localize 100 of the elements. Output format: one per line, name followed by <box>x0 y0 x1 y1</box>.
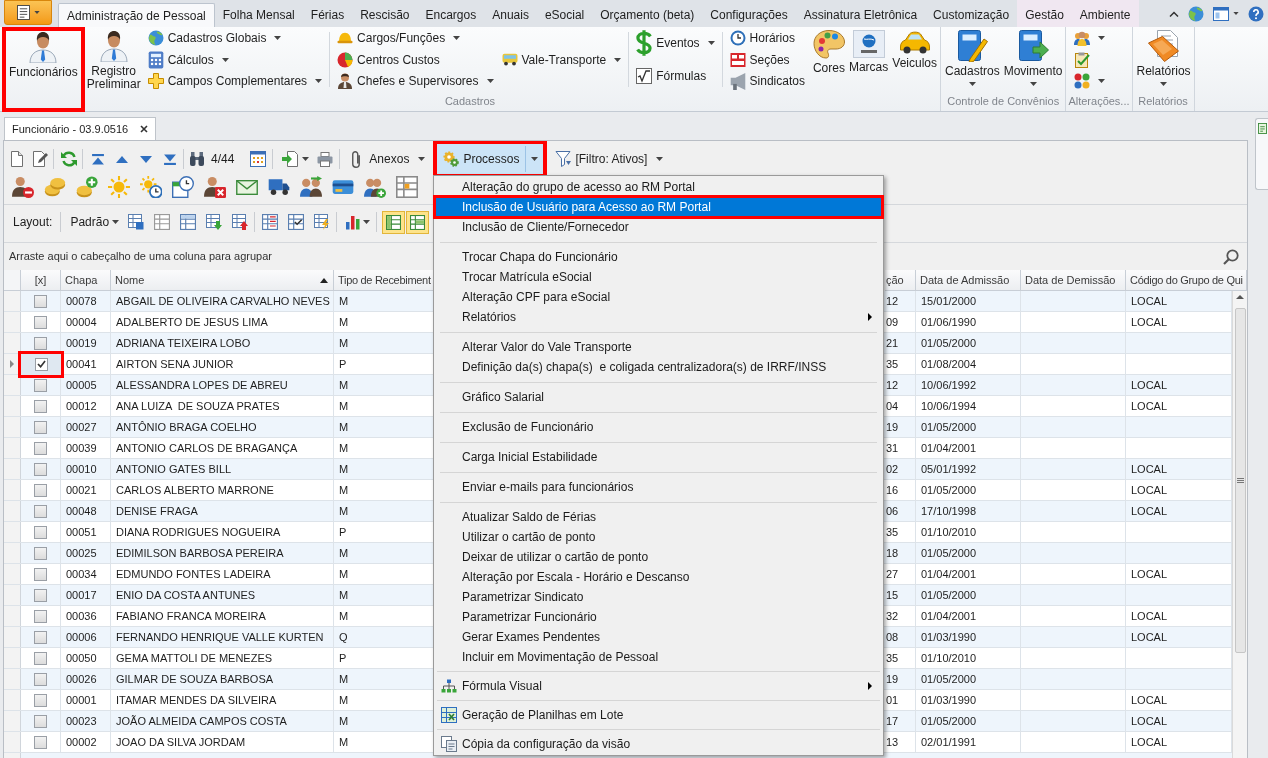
person-cross-icon[interactable] <box>204 176 226 198</box>
bar-triangle-down-icon[interactable] <box>163 153 177 165</box>
column-header[interactable]: Nome <box>111 270 334 291</box>
menu-item[interactable]: Alteração do grupo de acesso ao RM Portal <box>436 177 881 197</box>
column-header[interactable]: Tipo de Recebiment <box>334 270 434 291</box>
ribbon-button[interactable]: Fórmulas <box>634 64 717 87</box>
table-arrow-down-icon[interactable] <box>206 214 223 230</box>
grid-icon[interactable] <box>396 176 418 198</box>
ribbon-tab[interactable]: Ambiente <box>1071 0 1139 27</box>
ribbon-button[interactable]: Chefes e Supervisores <box>335 70 496 92</box>
ribbon-tab[interactable]: Configurações <box>702 0 796 27</box>
checkbox[interactable] <box>34 693 47 707</box>
checkbox[interactable] <box>34 567 47 581</box>
column-header[interactable]: Chapa <box>61 270 111 291</box>
truck-icon[interactable] <box>268 178 290 196</box>
ribbon-tab[interactable]: Administração de Pessoal <box>58 3 215 27</box>
document-arrow-icon[interactable] <box>282 151 299 167</box>
toolbar-dropdown[interactable]: [Filtro: Ativos] <box>552 147 667 171</box>
column-header[interactable]: Data de Demissão <box>1021 270 1126 291</box>
close-icon[interactable] <box>140 125 149 133</box>
checkbox[interactable] <box>34 441 47 455</box>
checkbox[interactable] <box>34 672 47 686</box>
menu-item[interactable]: Alterar Valor do Vale Transporte <box>436 337 881 357</box>
bar-chart-icon[interactable] <box>345 214 362 230</box>
ribbon-button[interactable]: Cadastros <box>943 27 1002 87</box>
up-triangle-icon[interactable] <box>116 155 128 163</box>
ribbon-tab[interactable]: Customização <box>925 0 1018 27</box>
menu-item[interactable]: Utilizar o cartão de ponto <box>436 527 881 547</box>
checkbox[interactable] <box>34 378 47 392</box>
menu-item[interactable]: Carga Inicial Estabilidade <box>436 447 881 467</box>
checkbox[interactable] <box>34 420 47 434</box>
ribbon-tab[interactable]: Gestão <box>1017 0 1072 27</box>
view-toggle[interactable] <box>382 210 406 234</box>
view-toggle[interactable] <box>406 210 430 234</box>
ribbon-button[interactable]: Vale-Transporte <box>499 48 624 71</box>
ribbon-button[interactable]: Cargos/Funções <box>335 27 496 49</box>
ribbon-tab[interactable]: Anuais <box>484 0 537 27</box>
ribbon-button[interactable]: Eventos <box>634 32 717 55</box>
table-bolt-icon[interactable] <box>314 214 331 230</box>
checkbox[interactable] <box>34 630 47 644</box>
table-arrow-up-icon[interactable] <box>232 214 249 230</box>
ribbon-button[interactable]: Funcionários <box>2 27 85 112</box>
menu-item[interactable]: Alteração CPF para eSocial <box>436 287 881 307</box>
ribbon-tab[interactable]: Folha Mensal <box>214 0 303 27</box>
clock-calendar-icon[interactable] <box>172 176 194 198</box>
table-lines-icon[interactable] <box>262 214 279 230</box>
ribbon-button[interactable]: Movimento <box>1001 27 1065 87</box>
ribbon-button[interactable]: Seções <box>727 48 807 71</box>
bar-triangle-up-icon[interactable] <box>91 153 105 165</box>
refresh-icon[interactable] <box>61 151 77 167</box>
search-icon[interactable] <box>1223 248 1239 265</box>
menu-item[interactable]: Trocar Chapa do Funcionário <box>436 247 881 267</box>
checkbox[interactable] <box>34 399 47 413</box>
menu-item[interactable]: Definição da(s) chapa(s) e coligada centralizadora(s) de IRRF/INSS <box>436 357 881 377</box>
binoculars-icon[interactable] <box>189 152 205 166</box>
ribbon-button[interactable]: Cadastros Globais <box>145 27 325 49</box>
column-header[interactable]: [x] <box>21 270 61 291</box>
plain-table-icon[interactable] <box>154 214 171 230</box>
coins-plus-icon[interactable] <box>76 176 98 198</box>
ribbon-button[interactable]: Cores <box>810 27 847 76</box>
blank-page-icon[interactable] <box>11 151 23 167</box>
window-layout-icon[interactable] <box>1213 6 1229 21</box>
ribbon-tab[interactable]: Assinatura Eletrônica <box>795 0 926 27</box>
people-plus-icon[interactable] <box>364 176 386 198</box>
edit-page-icon[interactable] <box>32 151 48 167</box>
globe-icon[interactable] <box>1188 5 1204 22</box>
ribbon-tab[interactable]: eSocial <box>536 0 593 27</box>
menu-item[interactable]: Trocar Matrícula eSocial <box>436 267 881 287</box>
menu-item[interactable]: Parametrizar Funcionário <box>436 607 881 627</box>
checkbox[interactable] <box>34 609 47 623</box>
checkbox[interactable] <box>34 294 47 308</box>
checkbox[interactable] <box>34 357 48 371</box>
document-tab[interactable]: Funcionário - 03.9.0516 <box>4 117 157 140</box>
sun-icon[interactable] <box>108 176 130 198</box>
person-minus-icon[interactable] <box>12 176 34 198</box>
menu-item[interactable]: Gerar Exames Pendentes <box>436 627 881 647</box>
menu-item[interactable]: Parametrizar Sindicato <box>436 587 881 607</box>
checkbox[interactable] <box>34 588 47 602</box>
ribbon-button[interactable]: Sindicatos <box>727 70 807 92</box>
checkbox[interactable] <box>34 336 47 350</box>
ribbon-tab[interactable]: Orçamento (beta) <box>592 0 703 27</box>
scrollbar[interactable] <box>1232 291 1247 758</box>
ribbon-button[interactable]: Marcas <box>846 27 891 75</box>
printer-icon[interactable] <box>317 151 334 167</box>
menu-item[interactable]: Exclusão de Funcionário <box>436 417 881 437</box>
card-icon[interactable] <box>332 180 354 194</box>
checkbox[interactable] <box>34 735 47 749</box>
chevron-up-icon[interactable] <box>1169 10 1179 17</box>
coins-icon[interactable] <box>44 177 66 197</box>
menu-item[interactable]: Geração de Planilhas em Lote <box>436 704 881 725</box>
side-tab[interactable] <box>1255 118 1268 190</box>
toolbar-dropdown[interactable]: Anexos <box>349 147 429 171</box>
menu-item[interactable]: Gráfico Salarial <box>436 387 881 407</box>
ribbon-button[interactable]: Campos Complementares <box>145 70 325 92</box>
ribbon-button[interactable]: Horários <box>727 27 807 49</box>
column-header[interactable]: Código do Grupo de Qui <box>1126 270 1247 291</box>
menu-item[interactable]: Inclusão de Usuário para Acesso ao RM Portal <box>433 195 884 219</box>
scroll-up-icon[interactable] <box>1236 295 1244 299</box>
calendar-grid-icon[interactable] <box>250 151 267 167</box>
menu-item[interactable]: Incluir em Movimentação de Pessoal <box>436 647 881 667</box>
